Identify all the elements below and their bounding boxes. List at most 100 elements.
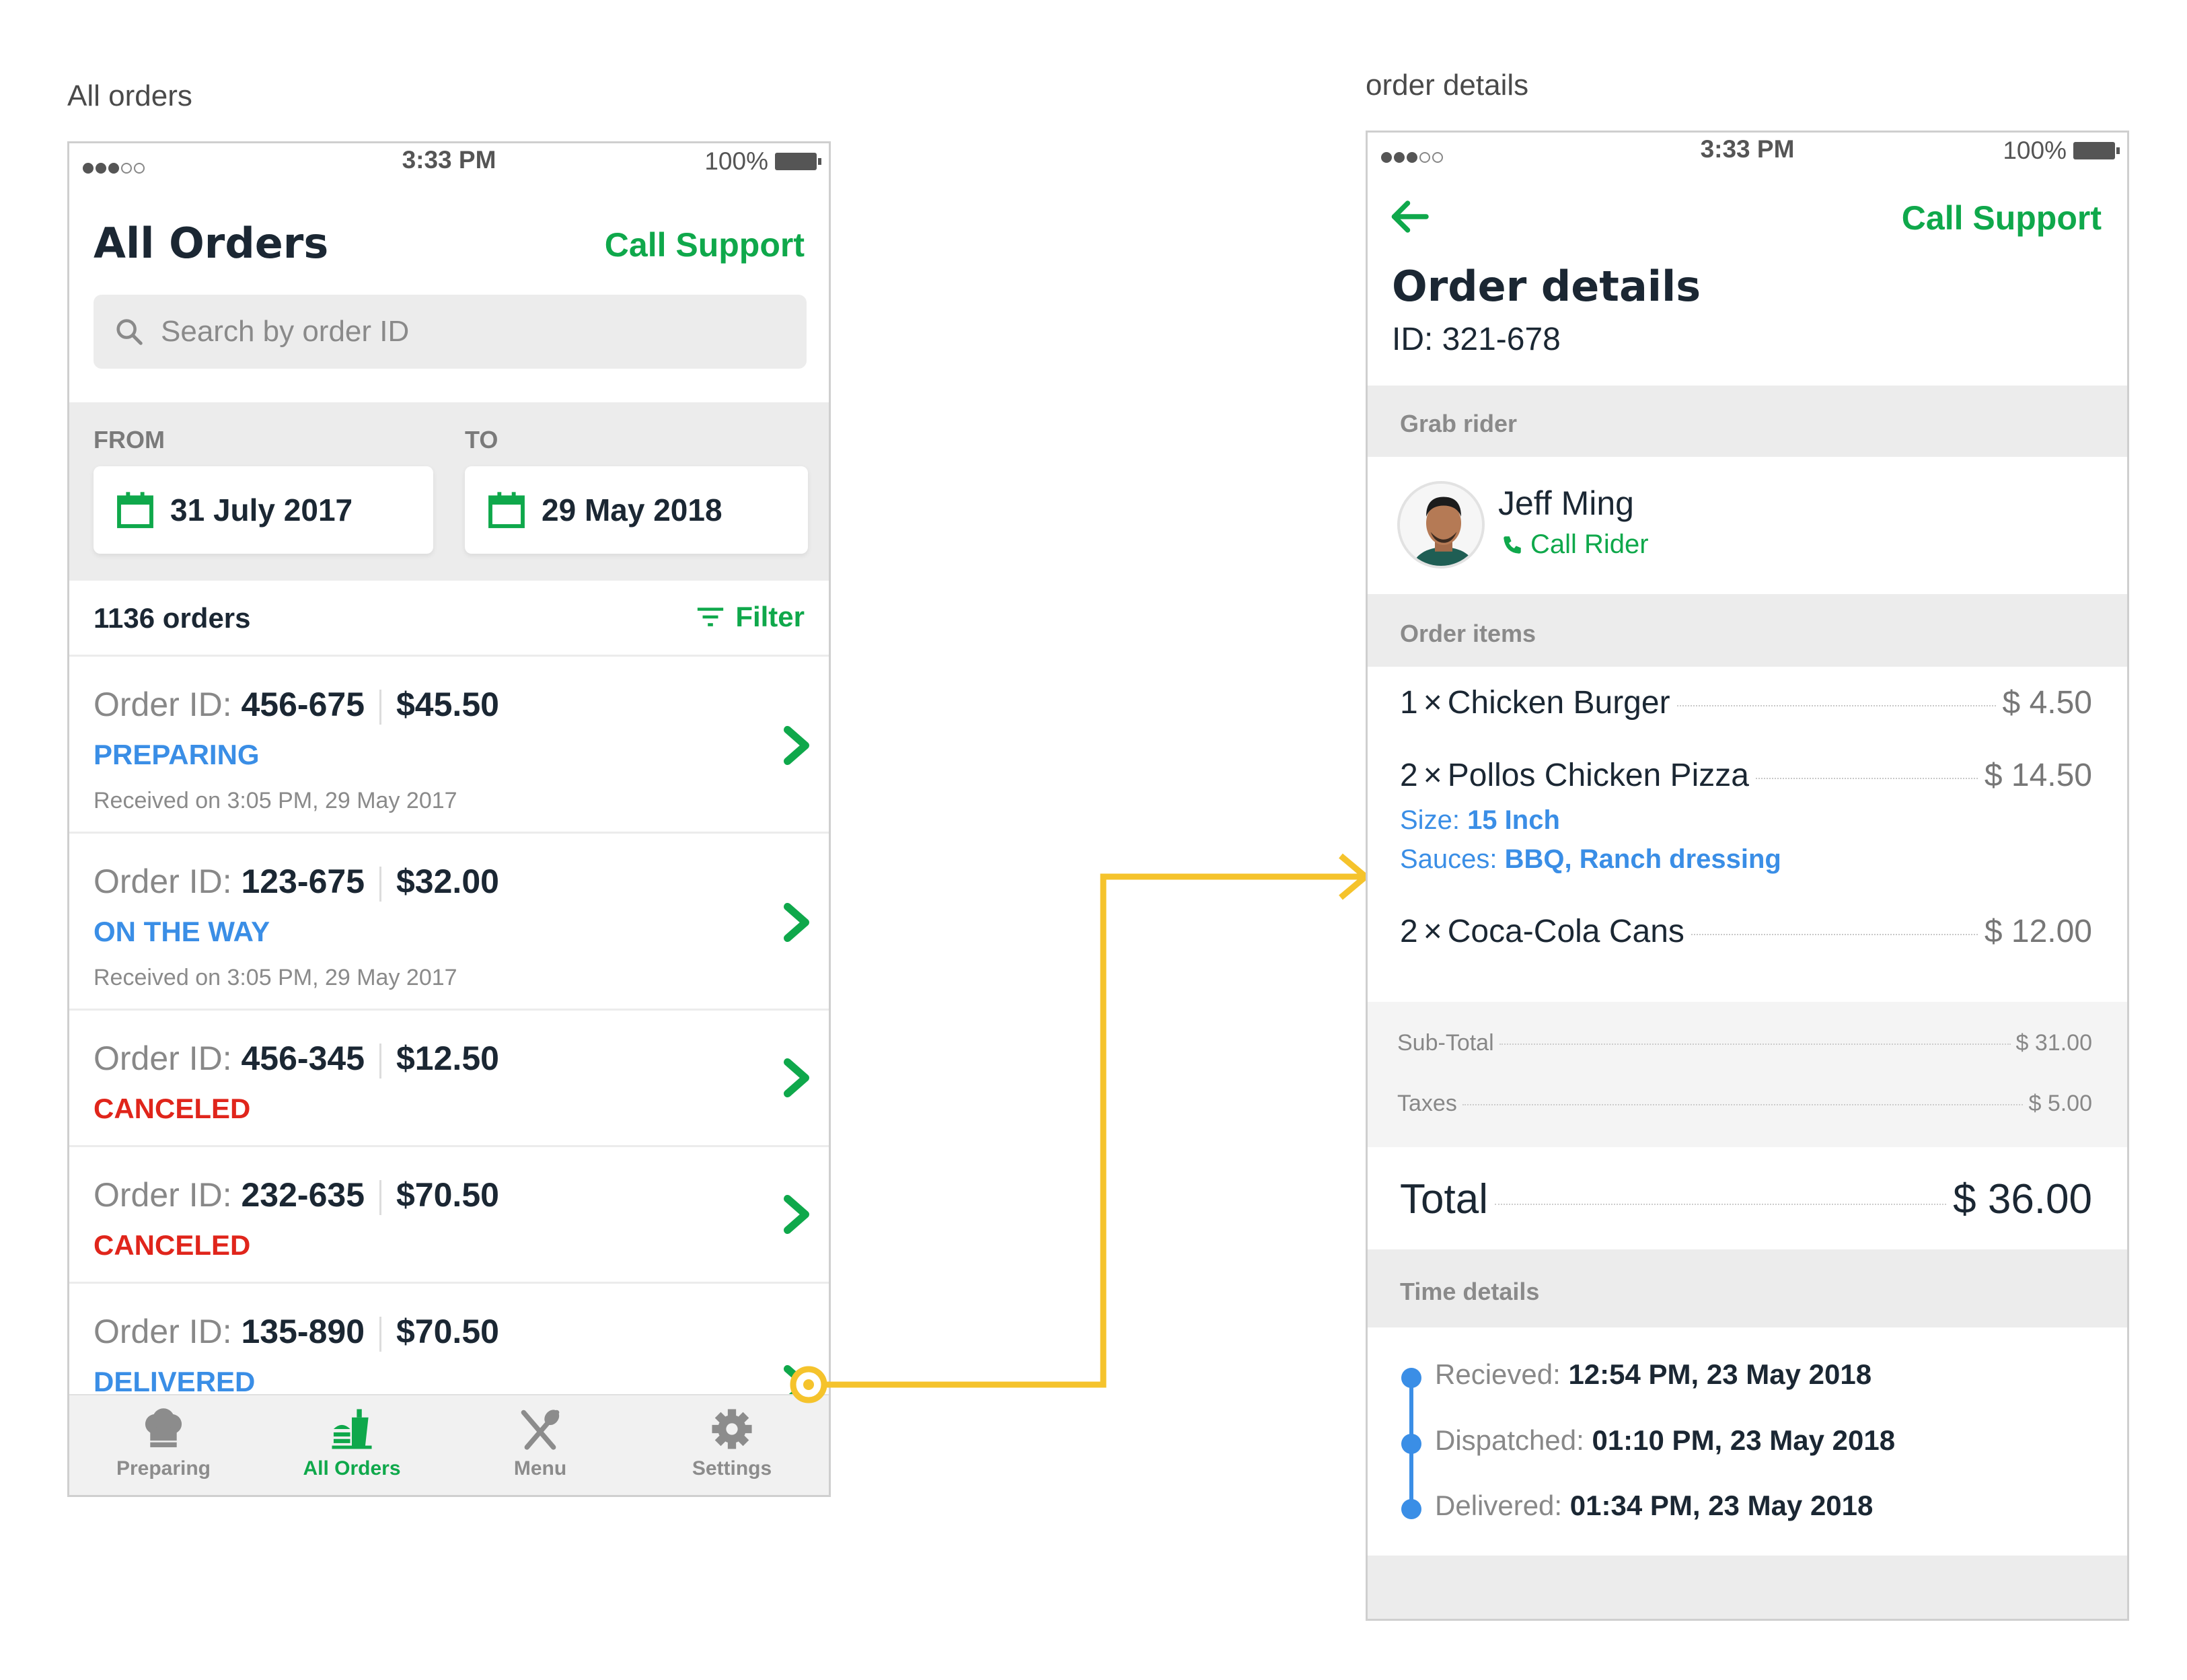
back-arrow-icon[interactable] xyxy=(1389,200,1430,233)
page-title: Order details xyxy=(1392,262,1701,311)
call-rider-label: Call Rider xyxy=(1530,529,1649,559)
caption-all-orders: All orders xyxy=(67,79,192,112)
calendar-icon xyxy=(488,492,525,528)
order-count: 1136 orders xyxy=(94,602,251,634)
order-amount: $12.50 xyxy=(396,1039,499,1077)
status-bar: 3:33 PM 100% xyxy=(69,143,829,177)
order-id-label: Order ID: xyxy=(94,863,232,900)
caption-order-details: order details xyxy=(1366,69,1529,102)
battery-indicator: 100% xyxy=(2003,137,2120,165)
rider-name: Jeff Ming xyxy=(1498,484,1634,522)
chevron-right-icon[interactable] xyxy=(783,1058,810,1098)
order-details-screen: 3:33 PM 100% Call Support Order details … xyxy=(1366,131,2129,1621)
battery-percent: 100% xyxy=(704,147,768,175)
order-row[interactable]: Order ID: 135-890 $70.50 DELIVERED xyxy=(69,1284,829,1404)
time-delivered: Delivered: 01:34 PM, 23 May 2018 xyxy=(1435,1490,1873,1522)
from-label: FROM xyxy=(94,426,165,453)
search-icon xyxy=(116,319,143,345)
order-item: 2 × Pollos Chicken Pizza $ 14.50 xyxy=(1400,757,2092,794)
chevron-right-icon[interactable] xyxy=(783,725,810,766)
total-row: Total $ 36.00 xyxy=(1400,1175,2092,1223)
order-id: ID: 321-678 xyxy=(1392,322,1561,357)
battery-percent: 100% xyxy=(2003,137,2067,164)
fork-knife-icon xyxy=(521,1410,560,1450)
timeline-dot xyxy=(1401,1434,1421,1454)
time-section-label: Time details xyxy=(1400,1278,1540,1305)
order-item: 2 × Coca-Cola Cans $ 12.00 xyxy=(1400,913,2092,950)
order-row[interactable]: Order ID: 456-675 $45.50 PREPARING Receiv… xyxy=(69,657,829,832)
order-received: Received on 3:05 PM, 29 May 2017 xyxy=(94,788,457,813)
order-row[interactable]: Order ID: 123-675 $32.00 ON THE WAY Recei… xyxy=(69,834,829,1009)
item-sauces-option: Sauces: BBQ, Ranch dressing xyxy=(1400,844,1781,875)
order-amount: $70.50 xyxy=(396,1313,499,1350)
from-date-value: 31 July 2017 xyxy=(170,492,353,527)
all-orders-screen: 3:33 PM 100% All Orders Call Support Sea… xyxy=(67,141,831,1497)
summary-panel xyxy=(1368,1002,2127,1147)
taxes-value: $ 5.00 xyxy=(2028,1091,2092,1116)
order-amount: $45.50 xyxy=(396,686,499,723)
time-label: Delivered: xyxy=(1435,1490,1563,1521)
call-support-button[interactable]: Call Support xyxy=(605,225,805,264)
item-qty: 1 xyxy=(1400,685,1418,721)
subtotal-label: Sub-Total xyxy=(1397,1030,1494,1056)
call-support-button[interactable]: Call Support xyxy=(1902,198,2102,238)
sauces-value: BBQ, Ranch dressing xyxy=(1504,844,1781,874)
to-date-picker[interactable]: 29 May 2018 xyxy=(465,466,808,554)
tab-all-orders[interactable]: All Orders xyxy=(285,1408,419,1480)
to-label: TO xyxy=(465,426,498,453)
subtotal-row: Sub-Total $ 31.00 xyxy=(1397,1030,2092,1056)
taxes-label: Taxes xyxy=(1397,1091,1457,1116)
times-sign: × xyxy=(1423,685,1442,721)
total-label: Total xyxy=(1400,1176,1488,1222)
items-section-label: Order items xyxy=(1400,620,1536,647)
chevron-right-icon[interactable] xyxy=(783,1194,810,1235)
tab-label: Menu xyxy=(513,1457,567,1480)
item-name: Pollos Chicken Pizza xyxy=(1447,758,1749,793)
order-id: 135-890 xyxy=(241,1313,365,1350)
time-received: Recieved: 12:54 PM, 23 May 2018 xyxy=(1435,1358,1871,1391)
time-dispatched: Dispatched: 01:10 PM, 23 May 2018 xyxy=(1435,1424,1895,1457)
item-qty: 2 xyxy=(1400,914,1418,949)
order-id-line: Order ID: 123-675 $32.00 xyxy=(94,862,499,902)
order-id: 456-675 xyxy=(241,686,365,723)
search-placeholder: Search by order ID xyxy=(161,315,410,348)
call-rider-button[interactable]: Call Rider xyxy=(1501,529,1649,560)
filter-label: Filter xyxy=(735,601,805,632)
total-value: $ 36.00 xyxy=(1953,1176,2092,1222)
battery-icon xyxy=(775,153,821,170)
bottom-filler xyxy=(1368,1556,2127,1619)
tab-settings[interactable]: Settings xyxy=(665,1408,799,1480)
battery-icon xyxy=(2073,142,2120,159)
order-id-label: Order ID: xyxy=(94,686,232,723)
order-received: Received on 3:05 PM, 29 May 2017 xyxy=(94,965,457,990)
order-id-line: Order ID: 456-675 $45.50 xyxy=(94,685,499,725)
search-input[interactable]: Search by order ID xyxy=(94,295,807,369)
chevron-right-icon[interactable] xyxy=(783,902,810,943)
subtotal-value: $ 31.00 xyxy=(2015,1030,2092,1056)
size-label: Size: xyxy=(1400,805,1460,835)
phone-icon xyxy=(1504,536,1521,554)
order-row[interactable]: Order ID: 456-345 $12.50 CANCELED xyxy=(69,1011,829,1145)
tab-label: Settings xyxy=(692,1457,772,1480)
page-title: All Orders xyxy=(94,219,329,268)
order-item: 1 × Chicken Burger $ 4.50 xyxy=(1400,684,2092,721)
tab-bar: Preparing All Orders Menu Settings xyxy=(69,1394,829,1495)
order-id-line: Order ID: 135-890 $70.50 xyxy=(94,1312,499,1352)
calendar-icon xyxy=(117,492,153,528)
tab-menu[interactable]: Menu xyxy=(473,1408,607,1480)
item-size-option: Size: 15 Inch xyxy=(1400,805,1560,836)
item-qty: 2 xyxy=(1400,758,1418,793)
order-row[interactable]: Order ID: 232-635 $70.50 CANCELED xyxy=(69,1147,829,1282)
from-date-picker[interactable]: 31 July 2017 xyxy=(94,466,433,554)
item-price: $ 14.50 xyxy=(1984,758,2092,793)
size-value: 15 Inch xyxy=(1467,805,1560,835)
battery-indicator: 100% xyxy=(704,147,821,176)
item-price: $ 12.00 xyxy=(1984,914,2092,949)
order-status: DELIVERED xyxy=(94,1366,256,1397)
order-status: PREPARING xyxy=(94,739,260,770)
times-sign: × xyxy=(1423,914,1442,949)
order-id-label: Order ID: xyxy=(94,1039,232,1077)
tab-preparing[interactable]: Preparing xyxy=(96,1408,231,1480)
order-status: CANCELED xyxy=(94,1229,251,1261)
filter-button[interactable]: Filter xyxy=(695,601,805,633)
